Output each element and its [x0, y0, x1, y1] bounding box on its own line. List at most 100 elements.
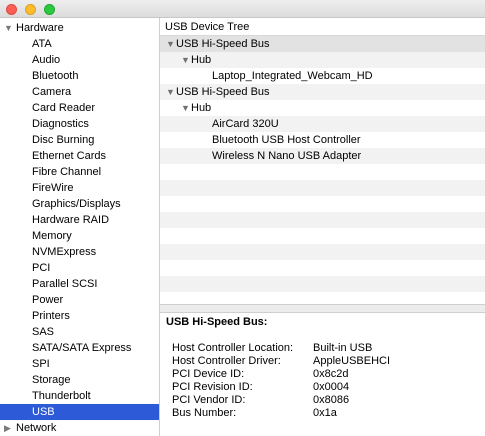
empty-row — [160, 180, 485, 196]
sidebar-item-disc-burning[interactable]: Disc Burning — [0, 132, 159, 148]
sidebar: ▼ Hardware ATA Audio Bluetooth Camera Card Re… — [0, 18, 160, 436]
sidebar-group-network[interactable]: ▶ Network — [0, 420, 159, 436]
sidebar-item-label: SPI — [32, 358, 50, 370]
property-value: 0x8086 — [313, 394, 350, 406]
disclosure-triangle-expanded-icon[interactable]: ▼ — [166, 84, 176, 100]
property-value: 0x1a — [313, 407, 337, 419]
property-value: 0x8c2d — [313, 368, 349, 380]
close-button[interactable] — [6, 4, 17, 15]
sidebar-item-firewire[interactable]: FireWire — [0, 180, 159, 196]
sidebar-item-label: FireWire — [32, 182, 74, 194]
sidebar-item-label: Fibre Channel — [32, 166, 102, 178]
sidebar-item-ata[interactable]: ATA — [0, 36, 159, 52]
sidebar-item-usb[interactable]: USB — [0, 404, 159, 420]
tree-row[interactable]: ▼Hub — [160, 52, 485, 68]
empty-row — [160, 260, 485, 276]
sidebar-item-card-reader[interactable]: Card Reader — [0, 100, 159, 116]
tree-row[interactable]: Laptop_Integrated_Webcam_HD — [160, 68, 485, 84]
sidebar-item-storage[interactable]: Storage — [0, 372, 159, 388]
tree-row-label: Hub — [191, 102, 212, 114]
sidebar-item-label: Hardware RAID — [32, 214, 110, 226]
sidebar-item-label: SATA/SATA Express — [32, 342, 132, 354]
tree-row-label: USB Hi-Speed Bus — [176, 86, 270, 98]
sidebar-item-label: Audio — [32, 54, 61, 66]
sidebar-item-label: Bluetooth — [32, 70, 79, 82]
sidebar-item-hardware-raid[interactable]: Hardware RAID — [0, 212, 159, 228]
empty-row — [160, 212, 485, 228]
disclosure-triangle-expanded-icon[interactable]: ▼ — [4, 20, 14, 36]
sidebar-item-bluetooth[interactable]: Bluetooth — [0, 68, 159, 84]
tree-row[interactable]: ▼USB Hi-Speed Bus — [160, 84, 485, 100]
empty-row — [160, 196, 485, 212]
property-label: Bus Number: — [172, 407, 237, 419]
sidebar-item-graphics-displays[interactable]: Graphics/Displays — [0, 196, 159, 212]
sidebar-item-label: Thunderbolt — [32, 390, 91, 402]
sidebar-item-sas[interactable]: SAS — [0, 324, 159, 340]
detail-pane: USB Hi-Speed Bus: Host Controller Locati… — [160, 313, 485, 436]
minimize-button[interactable] — [25, 4, 36, 15]
sidebar-item-label: Parallel SCSI — [32, 278, 98, 290]
tree-row-label: USB Hi-Speed Bus — [176, 38, 270, 50]
empty-row — [160, 164, 485, 180]
property-label: Host Controller Location: — [172, 342, 294, 354]
tree-row-label: AirCard 320U — [212, 118, 279, 130]
pane-splitter[interactable] — [160, 304, 485, 313]
sidebar-item-label: Card Reader — [32, 102, 95, 114]
disclosure-triangle-collapsed-icon[interactable]: ▶ — [4, 420, 14, 436]
tree-header: USB Device Tree — [160, 18, 485, 36]
empty-row — [160, 228, 485, 244]
sidebar-item-memory[interactable]: Memory — [0, 228, 159, 244]
tree-row-label: Hub — [191, 54, 212, 66]
property-value: 0x0004 — [313, 381, 350, 393]
sidebar-item-spi[interactable]: SPI — [0, 356, 159, 372]
tree-row-label: Bluetooth USB Host Controller — [212, 134, 361, 146]
disclosure-triangle-expanded-icon[interactable]: ▼ — [181, 100, 191, 116]
property-value: Built-in USB — [313, 342, 373, 354]
sidebar-item-label: Ethernet Cards — [32, 150, 106, 162]
property-label: Host Controller Driver: — [172, 355, 281, 367]
sidebar-item-camera[interactable]: Camera — [0, 84, 159, 100]
sidebar-item-label: Memory — [32, 230, 72, 242]
sidebar-item-label: Camera — [32, 86, 72, 98]
sidebar-item-diagnostics[interactable]: Diagnostics — [0, 116, 159, 132]
sidebar-item-thunderbolt[interactable]: Thunderbolt — [0, 388, 159, 404]
sidebar-item-fibre-channel[interactable]: Fibre Channel — [0, 164, 159, 180]
property-label: PCI Revision ID: — [172, 381, 253, 393]
tree-row[interactable]: ▼Hub — [160, 100, 485, 116]
sidebar-item-label: Storage — [32, 374, 71, 386]
sidebar-group-label: Hardware — [16, 22, 64, 34]
sidebar-item-audio[interactable]: Audio — [0, 52, 159, 68]
tree-row[interactable]: ▼USB Hi-Speed Bus — [160, 36, 485, 52]
sidebar-item-label: Graphics/Displays — [32, 198, 121, 210]
tree-row-label: Laptop_Integrated_Webcam_HD — [212, 70, 373, 82]
sidebar-item-label: Power — [32, 294, 64, 306]
disclosure-triangle-expanded-icon[interactable]: ▼ — [166, 36, 176, 52]
tree-row[interactable]: AirCard 320U — [160, 116, 485, 132]
sidebar-item-label: Disc Burning — [32, 134, 95, 146]
sidebar-item-label: Diagnostics — [32, 118, 89, 130]
property-label: PCI Device ID: — [172, 368, 245, 380]
detail-title: USB Hi-Speed Bus: — [166, 316, 268, 328]
tree-row[interactable]: Bluetooth USB Host Controller — [160, 132, 485, 148]
title-bar — [0, 0, 485, 18]
sidebar-item-sata-sata-express[interactable]: SATA/SATA Express — [0, 340, 159, 356]
sidebar-item-ethernet-cards[interactable]: Ethernet Cards — [0, 148, 159, 164]
sidebar-item-label: ATA — [32, 38, 52, 50]
sidebar-item-nvmexpress[interactable]: NVMExpress — [0, 244, 159, 260]
sidebar-item-label: USB — [32, 406, 55, 418]
sidebar-item-label: NVMExpress — [32, 246, 97, 258]
sidebar-item-power[interactable]: Power — [0, 292, 159, 308]
sidebar-group-hardware[interactable]: ▼ Hardware — [0, 20, 159, 36]
sidebar-group-label: Network — [16, 422, 57, 434]
tree-row[interactable]: Wireless N Nano USB Adapter — [160, 148, 485, 164]
sidebar-item-label: PCI — [32, 262, 51, 274]
sidebar-item-parallel-scsi[interactable]: Parallel SCSI — [0, 276, 159, 292]
zoom-button[interactable] — [44, 4, 55, 15]
property-label: PCI Vendor ID: — [172, 394, 246, 406]
tree-row-label: Wireless N Nano USB Adapter — [212, 150, 362, 162]
disclosure-triangle-expanded-icon[interactable]: ▼ — [181, 52, 191, 68]
sidebar-item-pci[interactable]: PCI — [0, 260, 159, 276]
sidebar-item-label: SAS — [32, 326, 55, 338]
sidebar-item-label: Printers — [32, 310, 70, 322]
sidebar-item-printers[interactable]: Printers — [0, 308, 159, 324]
